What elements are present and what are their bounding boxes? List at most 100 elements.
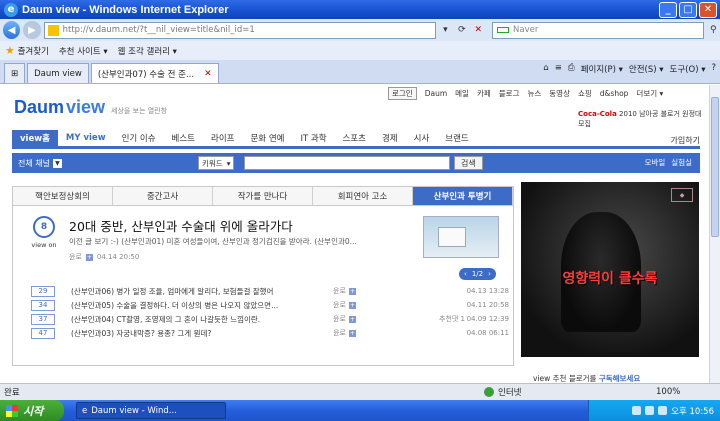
nav-economy[interactable]: 경제 [374,130,406,146]
web-search-input[interactable]: Naver [492,21,704,39]
mobile-link[interactable]: 모바일 [645,157,666,168]
promo-banner[interactable]: Coca-Cola 2010 남아공 블로거 원정대 모집 [578,109,709,129]
lab-link[interactable]: 실험실 [671,157,692,168]
refresh-icon[interactable]: ⟳ [455,22,468,38]
nav-brand[interactable]: 브랜드 [437,130,476,146]
toplink-video[interactable]: 동영상 [549,88,570,99]
join-link[interactable]: 가입하기 [671,135,700,146]
security-zone[interactable]: 인터넷 [484,386,521,398]
back-button[interactable]: ◀ [3,21,21,39]
plus-icon[interactable]: + [348,287,356,295]
list-title[interactable]: (산부인과03) 자궁내막증? 용종? 그게 뭔데? [71,328,211,339]
featured-thumbnail[interactable] [423,216,499,258]
url-dropdown-icon[interactable]: ▾ [439,22,452,38]
toplink-news[interactable]: 뉴스 [527,88,541,99]
channel-select[interactable]: 전체 채널 ▼ [18,158,62,169]
zoom-level[interactable]: 100% [656,387,680,397]
tray-network-icon[interactable] [632,406,642,415]
suggested-sites-button[interactable]: 추천 사이트 ▾ [59,45,108,57]
featured-title[interactable]: 20대 중반, 산부인과 수술대 위에 올라가다 [69,216,293,235]
daum-view-logo[interactable]: Daum view 세상을 보는 열린창 [14,97,167,118]
favorites-button[interactable]: ★ 즐겨찾기 [5,44,49,57]
list-item[interactable]: 34 (산부인과05) 수술을 결정하다. 더 이상의 병은 나오지 않았으면.… [31,298,509,312]
nav-best[interactable]: 베스트 [164,130,203,146]
tray-ime-icon[interactable] [658,406,668,415]
story-tab-1[interactable]: 핵안보정상회의 [13,187,113,205]
list-title[interactable]: (산부인과06) 병가 일정 조율, 엄마에게 알리다, 보험들걸 잘했어 [71,286,273,297]
url-input[interactable]: http://v.daum.net/?t__nil_view=title&nil… [43,21,436,39]
page-menu[interactable]: 페이지(P) ▾ [581,63,623,75]
close-tab-icon[interactable]: ✕ [204,69,212,79]
toplink-daum[interactable]: Daum [425,89,447,98]
toplink-dshop[interactable]: d&shop [600,89,629,98]
taskbar: 시작 e Daum view - Wind... 오후 10:56 [0,400,720,421]
forward-button[interactable]: ▶ [23,21,41,39]
nav-my-view[interactable]: MY view [58,130,114,146]
feeds-icon[interactable]: ≡ [555,63,562,75]
nav-current[interactable]: 시사 [406,130,438,146]
search-go-icon[interactable]: ⚲ [707,22,720,38]
safety-menu[interactable]: 안전(S) ▾ [629,63,664,75]
search-placeholder: Naver [513,25,539,35]
start-button[interactable]: 시작 [0,400,64,421]
page-scrollbar[interactable] [709,85,720,383]
maximize-button[interactable]: □ [679,1,697,18]
tab-daum-view[interactable]: Daum view [27,63,89,83]
plus-icon[interactable]: + [348,329,356,337]
minimize-button[interactable]: _ [659,1,677,18]
list-item[interactable]: 29 (산부인과06) 병가 일정 조율, 엄마에게 알리다, 보험들걸 잘했어… [31,284,509,298]
ie-logo-icon: e [82,405,88,416]
stop-icon[interactable]: ✕ [472,22,485,38]
print-icon[interactable]: ⎙ [568,63,575,75]
list-item[interactable]: 37 (산부인과04) CT촬영, 조영제의 그 혼이 나갈듯한 느낌이란. 윤… [31,312,509,326]
list-date: 04.09 12:39 [466,315,509,323]
tray-volume-icon[interactable] [645,406,655,415]
advertisement-banner[interactable]: ◆ 영향력이 클수록 [521,182,699,357]
toplink-blog[interactable]: 블로그 [499,88,520,99]
tab-quick-tabs[interactable]: ⊞ [4,63,26,83]
story-tab-4[interactable]: 회피연아 고소 [313,187,413,205]
toplink-cafe[interactable]: 카페 [477,88,491,99]
featured-date: 04.14 20:50 [96,253,140,261]
recommend-bloggers[interactable]: view 추천 블로거를 구독해보세요 [533,373,640,383]
site-search-button[interactable]: 검색 [454,156,483,170]
search-field-select[interactable]: 키워드 ▾ [198,156,235,170]
scrollbar-thumb[interactable] [711,97,719,237]
story-tab-3[interactable]: 작가를 만나다 [213,187,313,205]
view-on-label: view on [31,241,57,249]
toplink-shopping[interactable]: 쇼핑 [578,88,592,99]
tools-menu[interactable]: 도구(O) ▾ [670,63,706,75]
list-title[interactable]: (산부인과04) CT촬영, 조영제의 그 혼이 나갈듯한 느낌이란. [71,314,260,325]
view-on-counter[interactable]: 8 view on [30,216,58,256]
plus-icon[interactable]: + [348,301,356,309]
chevron-down-icon: ▼ [52,158,62,168]
nav-popular[interactable]: 인기 이슈 [114,130,164,146]
help-icon[interactable]: ? [711,63,716,75]
toplink-more[interactable]: 더보기 ▾ [636,88,663,99]
web-slice-gallery-button[interactable]: 웹 조각 갤러리 ▾ [118,45,177,57]
story-tab-5[interactable]: 산부인과 투병기 [413,187,513,205]
site-search-input[interactable] [244,156,450,170]
list-item[interactable]: 47 (산부인과03) 자궁내막증? 용종? 그게 뭔데? 윤로 + 04.08 … [31,326,509,340]
nav-culture[interactable]: 문화 연예 [242,130,292,146]
nav-view-home[interactable]: view홈 [12,130,58,146]
plus-icon[interactable]: + [85,253,93,261]
story-tab-2[interactable]: 중간고사 [113,187,213,205]
featured-source[interactable]: 윤로 [69,252,82,262]
nav-it-science[interactable]: IT 과학 [292,130,334,146]
plus-icon[interactable]: + [348,315,356,323]
story-list: 29 (산부인과06) 병가 일정 조율, 엄마에게 알리다, 보험들걸 잘했어… [31,284,509,340]
prev-icon[interactable]: ‹ [464,270,467,278]
toplink-mail[interactable]: 메일 [455,88,469,99]
tab-article[interactable]: (산부인과07) 수술 전 준... ✕ [90,63,219,83]
nav-life[interactable]: 라이프 [203,130,242,146]
next-icon[interactable]: › [488,270,491,278]
list-title[interactable]: (산부인과05) 수술을 결정하다. 더 이상의 병은 나오지 않았으면... [71,300,278,311]
taskbar-ie-window[interactable]: e Daum view - Wind... [76,402,226,419]
nav-sports[interactable]: 스포츠 [335,130,374,146]
home-icon[interactable]: ⌂ [543,63,548,75]
close-button[interactable]: ✕ [699,1,717,18]
view-count: 8 [33,216,55,238]
featured-summary[interactable]: 이전 글 보기 :-) (산부인과01) 미혼 여성들이여, 산부인과 정기검진… [69,236,415,247]
login-button[interactable]: 로그인 [388,87,417,100]
